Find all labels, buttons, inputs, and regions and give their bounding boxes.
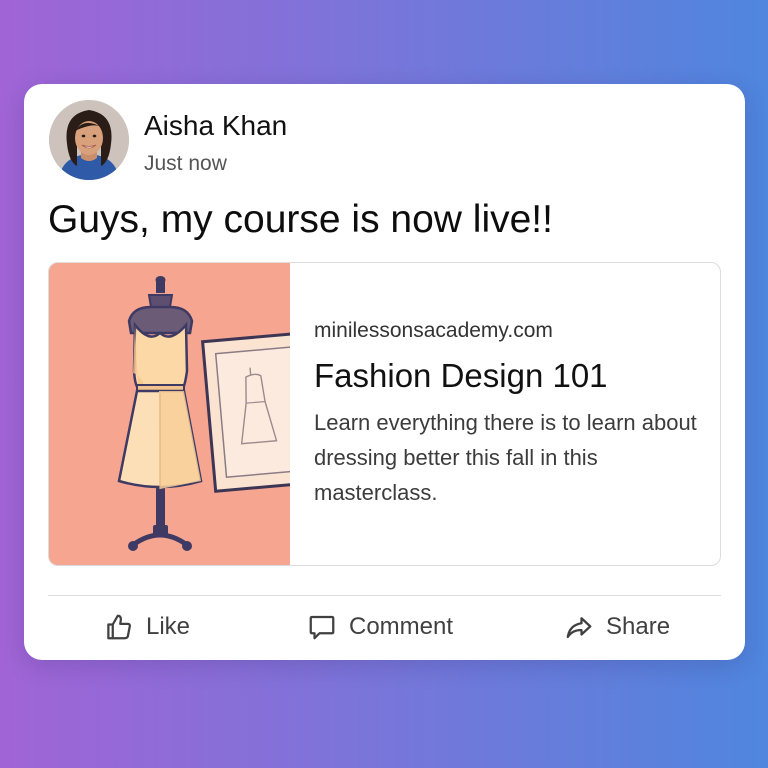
comment-button[interactable]: Comment xyxy=(307,608,453,646)
like-label: Like xyxy=(146,613,191,640)
avatar[interactable] xyxy=(49,100,129,180)
post-card: Aisha Khan Just now Guys, my course is n… xyxy=(24,84,745,660)
share-button[interactable]: Share xyxy=(564,608,670,646)
link-preview-image[interactable] xyxy=(49,263,290,565)
link-description: Learn everything there is to learn about… xyxy=(314,410,697,505)
divider xyxy=(48,595,721,596)
thumbs-up-icon xyxy=(104,612,134,642)
share-arrow-icon xyxy=(564,612,594,642)
author-name[interactable]: Aisha Khan xyxy=(144,110,287,142)
post-text: Guys, my course is now live!! xyxy=(48,198,553,241)
share-label: Share xyxy=(606,613,671,640)
comment-label: Comment xyxy=(349,613,454,640)
avatar-photo xyxy=(49,100,129,180)
link-title[interactable]: Fashion Design 101 xyxy=(314,357,608,395)
speech-bubble-icon xyxy=(307,612,337,642)
post-timestamp[interactable]: Just now xyxy=(144,152,227,176)
link-preview-card[interactable]: minilessonsacademy.com Fashion Design 10… xyxy=(48,262,721,566)
dress-form-illustration xyxy=(49,263,290,565)
link-domain[interactable]: minilessonsacademy.com xyxy=(314,319,553,343)
like-button[interactable]: Like xyxy=(104,608,190,646)
